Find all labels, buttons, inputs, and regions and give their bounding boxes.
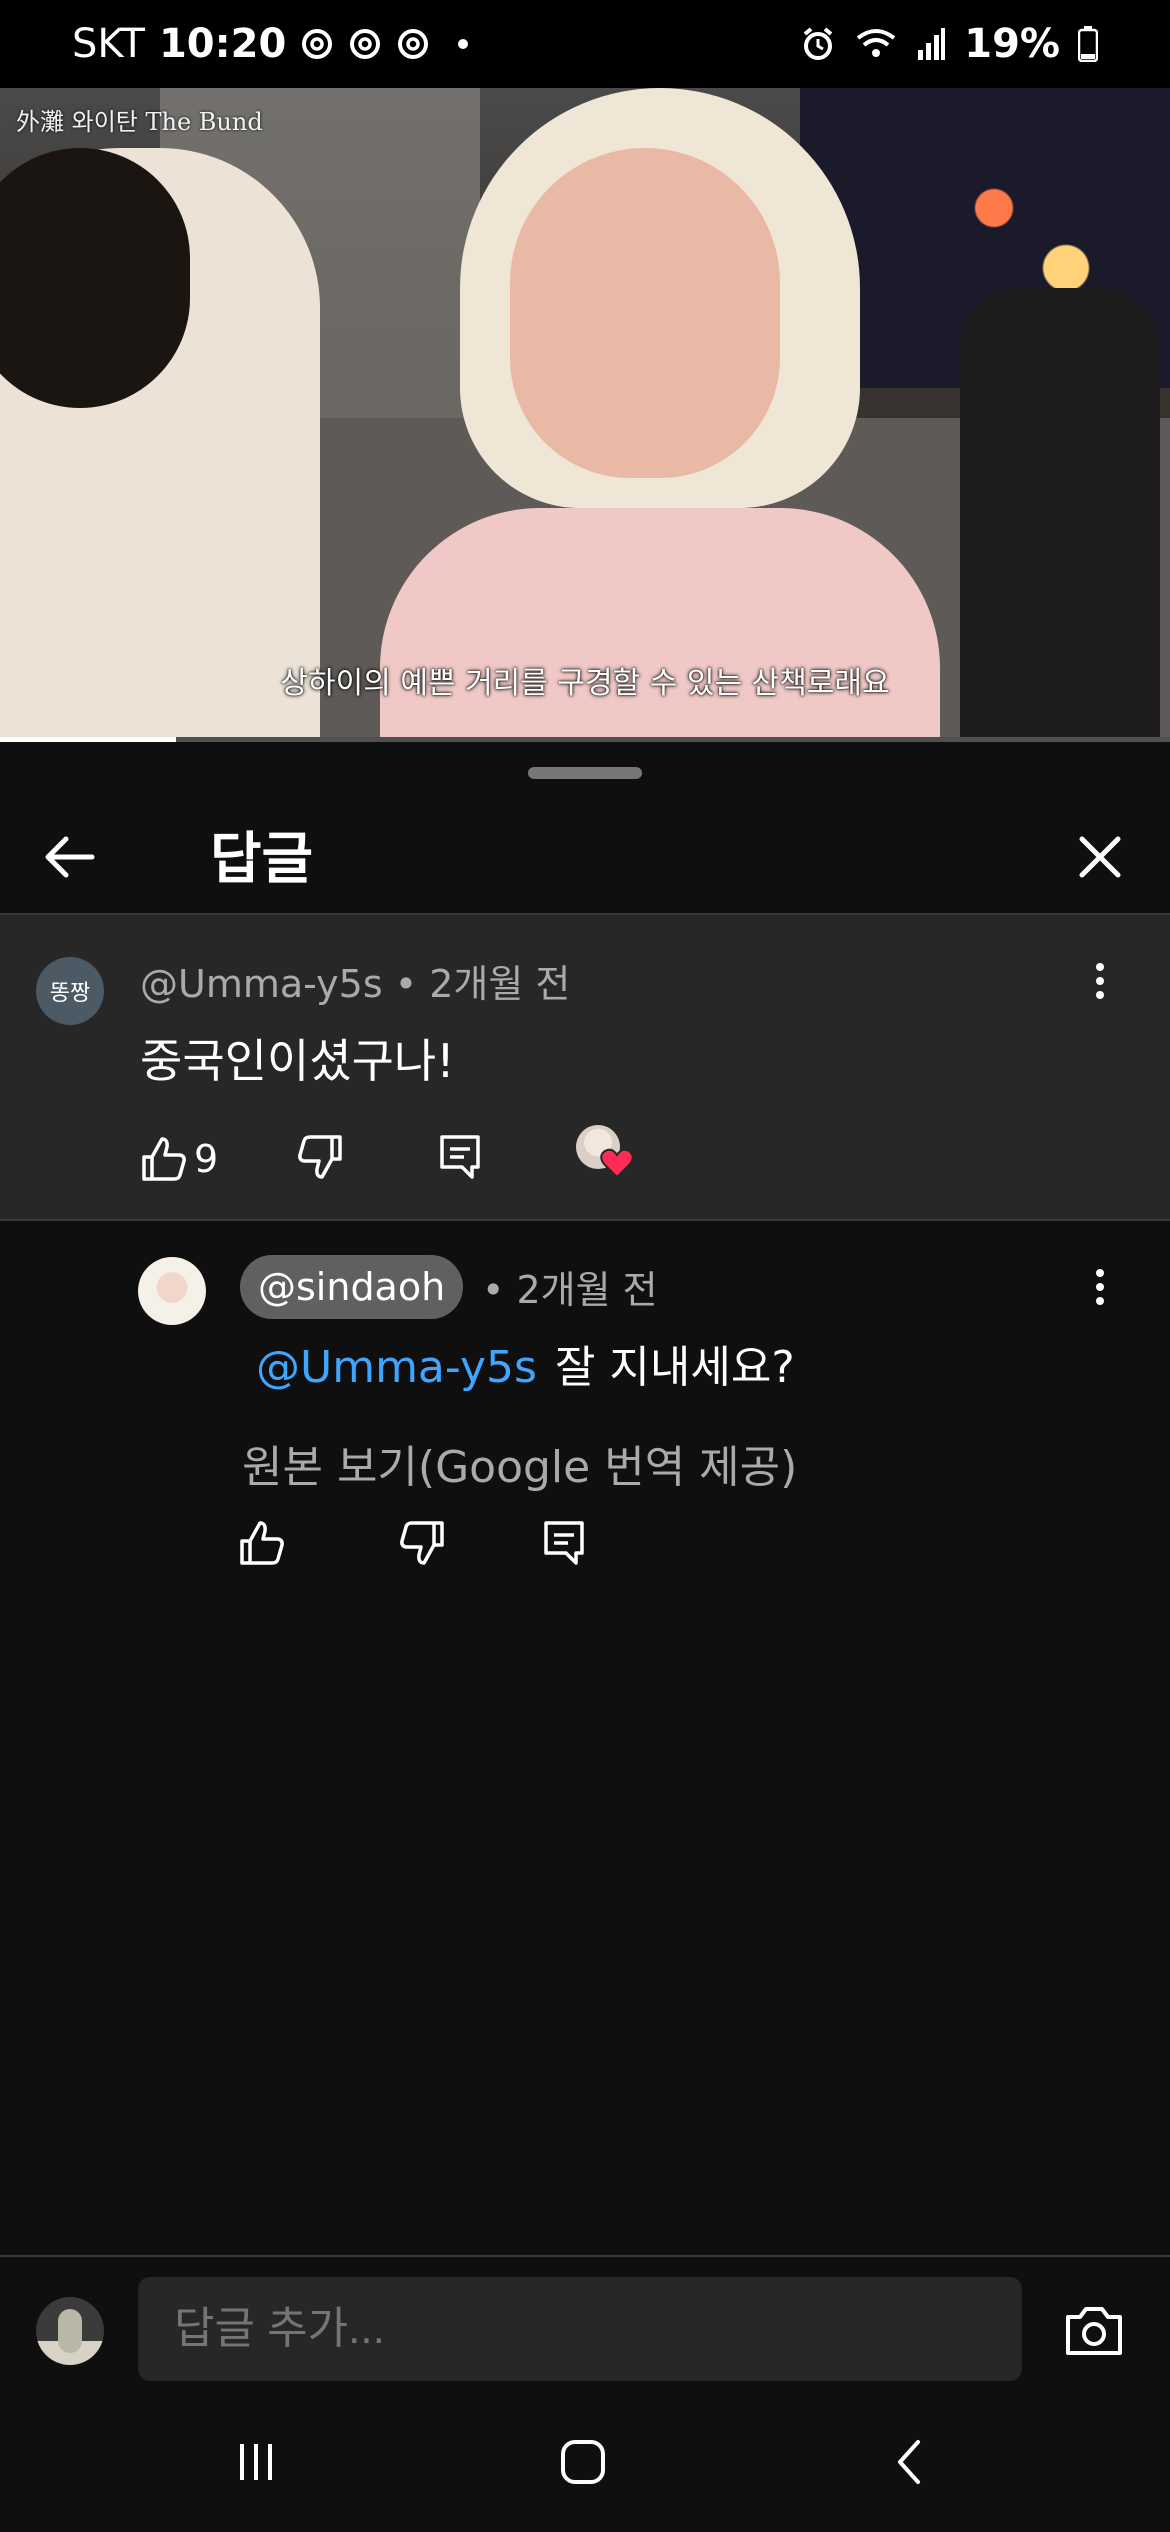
heart-icon [600, 1148, 634, 1179]
battery-percent: 19% [964, 21, 1060, 67]
creator-heart-badge [576, 1125, 634, 1181]
more-options-icon[interactable] [1082, 951, 1118, 1011]
home-icon[interactable] [543, 2422, 623, 2502]
video-subtitle: 상하이의 예쁜 거리를 구경할 수 있는 산책로래요 [280, 666, 890, 701]
video-frame-hair [0, 148, 190, 408]
video-progress-bar[interactable] [0, 737, 1170, 742]
reply-author-avatar[interactable] [138, 1257, 206, 1325]
more-options-icon[interactable] [1082, 1257, 1118, 1317]
video-frame-woman-body [380, 508, 940, 740]
dislike-icon[interactable] [394, 1515, 450, 1571]
video-corner-caption: 外灘 와이탄 The Bund [16, 108, 263, 136]
like-icon[interactable] [136, 1131, 192, 1187]
signal-icon [918, 28, 946, 60]
current-user-avatar [36, 2297, 104, 2365]
commenter-avatar[interactable]: 똥짱 [36, 957, 104, 1025]
battery-icon [1078, 26, 1098, 62]
reply-time: 2개월 전 [516, 1268, 658, 1312]
video-frame-person-left [0, 148, 320, 740]
replies-sheet: 답글 똥짱 @Umma-y5s • 2개월 전 중국인이셨구나! 9 @sind… [0, 745, 1170, 2387]
threads-icon [302, 29, 333, 59]
reply-input-bar [0, 2255, 1170, 2387]
close-icon[interactable] [1068, 825, 1132, 889]
status-left: SKT 10:20 [72, 21, 469, 67]
wifi-icon [857, 29, 896, 57]
status-right: 19% [800, 21, 1098, 67]
comment-author[interactable]: @Umma-y5s [140, 962, 383, 1006]
app-root: SKT 10:20 19% 外灘 와이탄 The Bund 상하이의 예쁜 거리… [0, 0, 1170, 2532]
status-bar: SKT 10:20 19% [0, 0, 1170, 88]
reply-icon[interactable] [432, 1129, 488, 1185]
meta-separator: • [482, 1268, 517, 1312]
like-icon[interactable] [234, 1515, 290, 1571]
mention-link[interactable]: @Umma-y5s [256, 1342, 537, 1393]
reply-text: @Umma-y5s 잘 지내세요? [256, 1331, 795, 1395]
sheet-drag-handle[interactable] [528, 767, 642, 779]
reply-meta: • 2개월 전 [482, 1259, 658, 1314]
video-frame-woman-face [510, 148, 780, 478]
threads-icon [350, 29, 381, 59]
comment-text: 중국인이셨구나! [140, 1034, 455, 1088]
sheet-header: 답글 [0, 805, 1170, 915]
back-arrow-icon[interactable] [38, 825, 102, 889]
like-count: 9 [194, 1137, 219, 1181]
clock: 10:20 [158, 21, 287, 67]
comment-meta: @Umma-y5s • 2개월 전 [140, 953, 570, 1008]
video-progress-fill [0, 737, 176, 742]
parent-comment: 똥짱 @Umma-y5s • 2개월 전 중국인이셨구나! 9 [0, 915, 1170, 1221]
comment-time: 2개월 전 [429, 962, 571, 1006]
camera-icon[interactable] [1062, 2301, 1126, 2361]
system-nav-bar [0, 2388, 1170, 2532]
reply-item: @sindaoh • 2개월 전 @Umma-y5s 잘 지내세요? 원본 보기(… [0, 1223, 1170, 1643]
alarm-icon [803, 27, 833, 60]
dislike-icon[interactable] [292, 1129, 348, 1185]
meta-separator: • [394, 962, 430, 1006]
video-player[interactable]: 外灘 와이탄 The Bund 상하이의 예쁜 거리를 구경할 수 있는 산책로… [0, 88, 1170, 740]
carrier-label: SKT [72, 21, 145, 67]
sheet-title: 답글 [210, 827, 314, 892]
reply-author-chip[interactable]: @sindaoh [240, 1255, 464, 1319]
threads-icon [398, 29, 429, 59]
reply-icon[interactable] [536, 1515, 592, 1571]
reply-input[interactable] [138, 2277, 1022, 2381]
recent-apps-icon[interactable] [216, 2422, 296, 2502]
back-nav-icon[interactable] [870, 2422, 950, 2502]
notification-dot-icon [458, 39, 469, 49]
reply-message: 잘 지내세요? [554, 1342, 795, 1393]
see-original-link[interactable]: 원본 보기(Google 번역 제공) [242, 1431, 797, 1495]
